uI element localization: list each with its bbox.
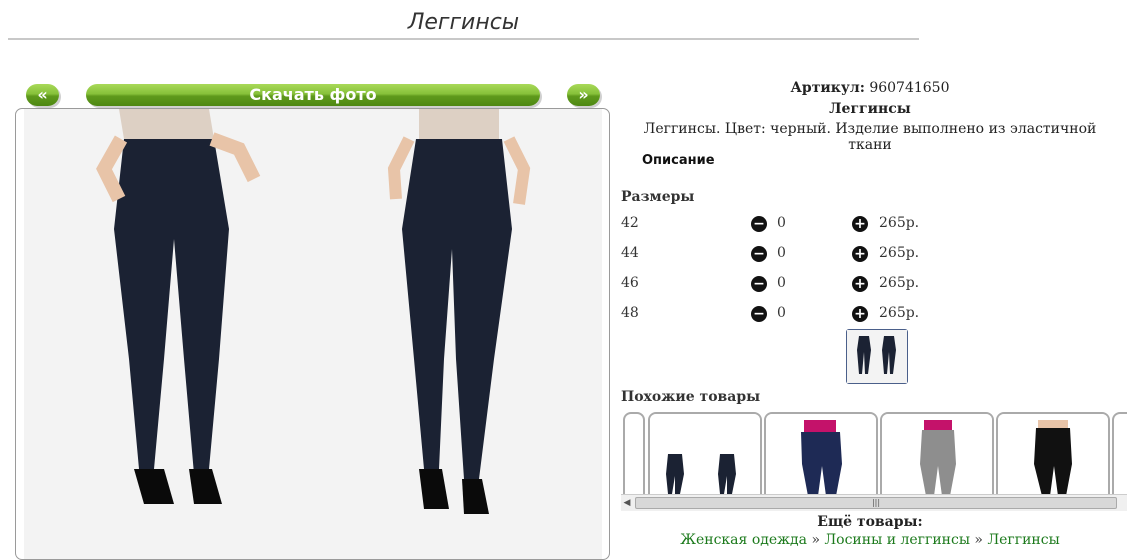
quantity-value: 0 [777, 275, 786, 291]
breadcrumb: Женская одежда » Лосины и леггинсы » Лег… [620, 532, 1120, 548]
similar-card[interactable] [996, 412, 1110, 494]
similar-card[interactable] [1112, 412, 1127, 494]
size-value: 46 [621, 275, 639, 291]
quantity-value: 0 [777, 215, 786, 231]
product-description: Леггинсы. Цвет: черный. Изделие выполнен… [643, 121, 1097, 153]
similar-heading: Похожие товары [621, 389, 761, 405]
scrollbar-thumb[interactable]: ||| [635, 497, 1117, 509]
similar-card[interactable] [764, 412, 878, 494]
similar-card[interactable] [648, 412, 762, 494]
article-label: Артикул: [790, 80, 865, 96]
breadcrumb-link[interactable]: Женская одежда [680, 532, 807, 548]
thumbnail-image [847, 330, 907, 383]
price-value: 265р. [879, 275, 920, 291]
plus-icon[interactable]: + [852, 306, 868, 322]
title-divider [8, 38, 919, 40]
carousel-scrollbar[interactable]: ◀ ||| [621, 494, 1127, 511]
breadcrumb-link[interactable]: Лосины и леггинсы [824, 532, 969, 548]
minus-icon[interactable]: − [751, 276, 767, 292]
main-photo-frame [15, 108, 610, 560]
download-photo-button[interactable]: Скачать фото [86, 84, 540, 106]
sizes-heading: Размеры [621, 189, 695, 205]
breadcrumb-separator: » [811, 532, 821, 548]
article-value: 960741650 [869, 80, 950, 96]
breadcrumb-separator: » [974, 532, 983, 548]
quantity-value: 0 [777, 245, 786, 261]
similar-card[interactable] [880, 412, 994, 494]
minus-icon[interactable]: − [751, 216, 767, 232]
similar-card-image [650, 414, 760, 494]
size-value: 42 [621, 215, 639, 231]
similar-card-image [998, 414, 1108, 494]
plus-icon[interactable]: + [852, 246, 868, 262]
minus-icon[interactable]: − [751, 246, 767, 262]
size-value: 44 [621, 245, 639, 261]
breadcrumb-link[interactable]: Леггинсы [987, 532, 1059, 548]
product-thumbnail[interactable] [846, 329, 908, 384]
size-row: 46 − 0 + 265р. [621, 275, 921, 295]
price-value: 265р. [879, 245, 920, 261]
similar-card-image [766, 414, 876, 494]
page-title: Леггинсы [407, 10, 520, 35]
quantity-value: 0 [777, 305, 786, 321]
plus-icon[interactable]: + [852, 216, 868, 232]
article-line: Артикул: 960741650 [620, 80, 1120, 96]
similar-carousel [621, 412, 1127, 494]
size-row: 48 − 0 + 265р. [621, 305, 921, 325]
minus-icon[interactable]: − [751, 306, 767, 322]
plus-icon[interactable]: + [852, 276, 868, 292]
size-value: 48 [621, 305, 639, 321]
similar-card[interactable] [623, 412, 645, 494]
prev-photo-button[interactable]: « [26, 84, 59, 106]
more-products-heading: Ещё товары: [817, 514, 923, 530]
size-row: 42 − 0 + 265р. [621, 215, 921, 235]
product-name: Леггинсы [829, 101, 911, 117]
similar-card-image [882, 414, 992, 494]
next-photo-button[interactable]: » [567, 84, 600, 106]
price-value: 265р. [879, 215, 920, 231]
size-row: 44 − 0 + 265р. [621, 245, 921, 265]
price-value: 265р. [879, 305, 920, 321]
main-product-photo[interactable] [24, 109, 602, 559]
scroll-left-icon[interactable]: ◀ [621, 497, 633, 509]
description-link[interactable]: Описание [642, 153, 715, 168]
